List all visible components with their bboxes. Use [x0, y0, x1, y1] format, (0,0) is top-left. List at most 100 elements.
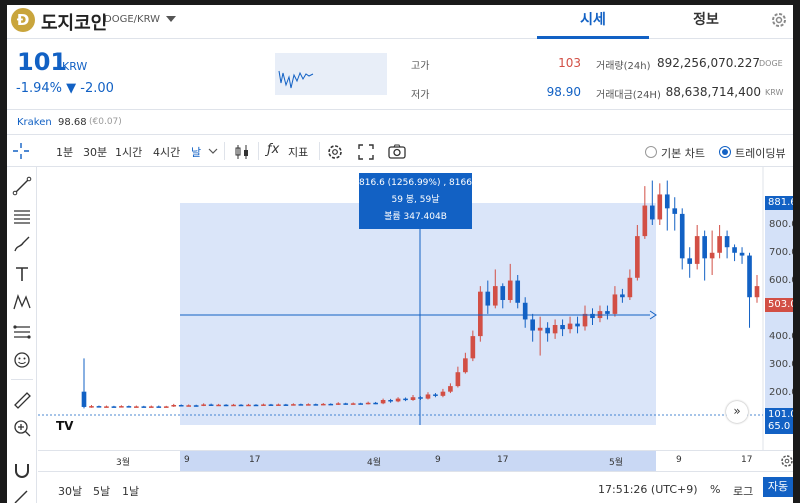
doge-logo-icon: Ð [11, 8, 35, 32]
range-5d[interactable]: 5날 [93, 483, 110, 499]
candle-body [739, 252, 745, 256]
candle-body [253, 404, 259, 407]
fullscreen-icon[interactable] [356, 142, 376, 162]
candle-body [403, 398, 408, 401]
tradingview-label[interactable]: 트레이딩뷰 [735, 145, 786, 161]
timeframe-1min[interactable]: 1분 [56, 144, 73, 160]
text-tool-icon[interactable] [11, 263, 33, 285]
y-tag-current: 503.0 [765, 298, 793, 312]
candle-body [343, 403, 349, 405]
candle-body [186, 405, 192, 407]
exchange-row: Kraken 98.68 (€0.07) [7, 111, 793, 135]
candle-body [373, 402, 378, 405]
app-window: Ð 도지코인 DOGE/KRW 시세 정보 101 KRW -1.94% ▼ -… [7, 5, 793, 503]
candlestick-chart[interactable]: 816.6 (1256.99%) , 8166 59 봉, 59날 볼륨 347… [38, 167, 793, 450]
axis-settings-gear-icon[interactable] [779, 453, 793, 469]
indicator-button[interactable]: 지표 [288, 144, 308, 160]
clock-time[interactable]: 17:51:26 (UTC+9) [598, 483, 698, 496]
candle-body [231, 404, 236, 407]
timeframe-day[interactable]: 날 [191, 144, 201, 160]
volume-unit: DOGE [759, 59, 783, 68]
formula-icon[interactable]: ƒx [267, 142, 279, 157]
candle-body [537, 327, 543, 331]
range-1d[interactable]: 1날 [122, 483, 139, 499]
candle-body [605, 311, 610, 314]
candle-body [306, 404, 311, 406]
candle-body [141, 406, 147, 408]
percent-toggle[interactable]: % [710, 483, 720, 496]
y-tick: 200.0 [769, 387, 793, 398]
candle-body [515, 280, 521, 303]
low-value: 98.90 [546, 85, 581, 99]
exchange-price: 98.68 [58, 117, 87, 128]
x-tick: 4월 [367, 458, 382, 468]
candle-body [148, 406, 154, 408]
exchange-name[interactable]: Kraken [17, 117, 52, 128]
magnet-icon[interactable] [11, 459, 33, 481]
chevron-down-icon[interactable] [207, 144, 219, 158]
candle-body [276, 404, 281, 406]
candle-body [500, 286, 506, 300]
candle-body [328, 403, 334, 406]
settings-gear-icon[interactable] [769, 10, 789, 30]
candle-body [575, 323, 580, 327]
candle-body [81, 391, 87, 407]
amount-unit: KRW [765, 88, 784, 97]
candle-body [463, 358, 468, 373]
tab-info[interactable]: 정보 [650, 5, 762, 39]
crosshair-icon[interactable] [11, 141, 31, 161]
horizontal-lines-icon[interactable] [11, 205, 33, 227]
candle-body [238, 404, 244, 407]
candle-body [635, 236, 640, 278]
emoji-icon[interactable] [11, 349, 33, 371]
log-toggle[interactable]: 로그 [733, 483, 753, 499]
low-label: 저가 [411, 90, 430, 101]
pattern-tool-icon[interactable] [11, 291, 33, 313]
chart-settings-gear-icon[interactable] [325, 142, 345, 162]
brush-icon[interactable] [11, 233, 33, 255]
trend-line-icon[interactable] [11, 175, 33, 197]
volume-value: 892,256,070.227 [657, 56, 761, 70]
scroll-to-latest-button[interactable]: » [726, 401, 748, 423]
ruler-icon[interactable] [11, 389, 33, 411]
candle-body [552, 325, 558, 334]
basic-chart-radio[interactable] [645, 146, 657, 158]
candle-body [283, 404, 289, 406]
auto-toggle[interactable]: 자동 [763, 477, 793, 497]
time-axis[interactable]: 3월 9 17 4월 9 17 5월 9 17 [38, 450, 793, 471]
y-tag-high: 881.6 [765, 196, 793, 210]
chevron-down-icon[interactable] [163, 11, 179, 27]
x-tick: 3월 [116, 458, 131, 468]
fib-tool-icon[interactable] [11, 321, 33, 343]
current-price: 101 [17, 48, 68, 76]
exchange-diff: (€0.07) [89, 117, 122, 127]
x-tick: 17 [249, 455, 261, 465]
candle-body [545, 327, 550, 334]
candle-body [261, 404, 266, 406]
candle-body [709, 252, 715, 259]
candle-body [582, 313, 588, 327]
candle-body [642, 205, 648, 237]
tradingview-radio[interactable] [719, 146, 731, 158]
timeframe-4hour[interactable]: 4시간 [153, 144, 180, 160]
candle-body [335, 403, 341, 405]
camera-icon[interactable] [387, 142, 407, 162]
candle-body [522, 302, 528, 320]
range-30d[interactable]: 30날 [58, 483, 82, 499]
coin-pair: DOGE/KRW [104, 14, 160, 25]
timeframe-1hour[interactable]: 1시간 [115, 144, 142, 160]
candle-body [425, 394, 431, 399]
candle-body [111, 406, 117, 408]
candle-body [664, 194, 670, 209]
timeframe-30min[interactable]: 30분 [83, 144, 107, 160]
tooltip-line3: 볼륨 347.404B [384, 212, 447, 222]
pencil-lock-icon[interactable] [11, 485, 33, 503]
candle-body [724, 236, 730, 248]
candle-type-icon[interactable] [232, 142, 252, 162]
candle-body [732, 247, 737, 253]
candle-body [388, 400, 393, 402]
tab-quote[interactable]: 시세 [537, 5, 649, 39]
toolbar-divider [258, 142, 259, 160]
basic-chart-label[interactable]: 기본 차트 [661, 145, 705, 161]
zoom-in-icon[interactable] [11, 417, 33, 439]
